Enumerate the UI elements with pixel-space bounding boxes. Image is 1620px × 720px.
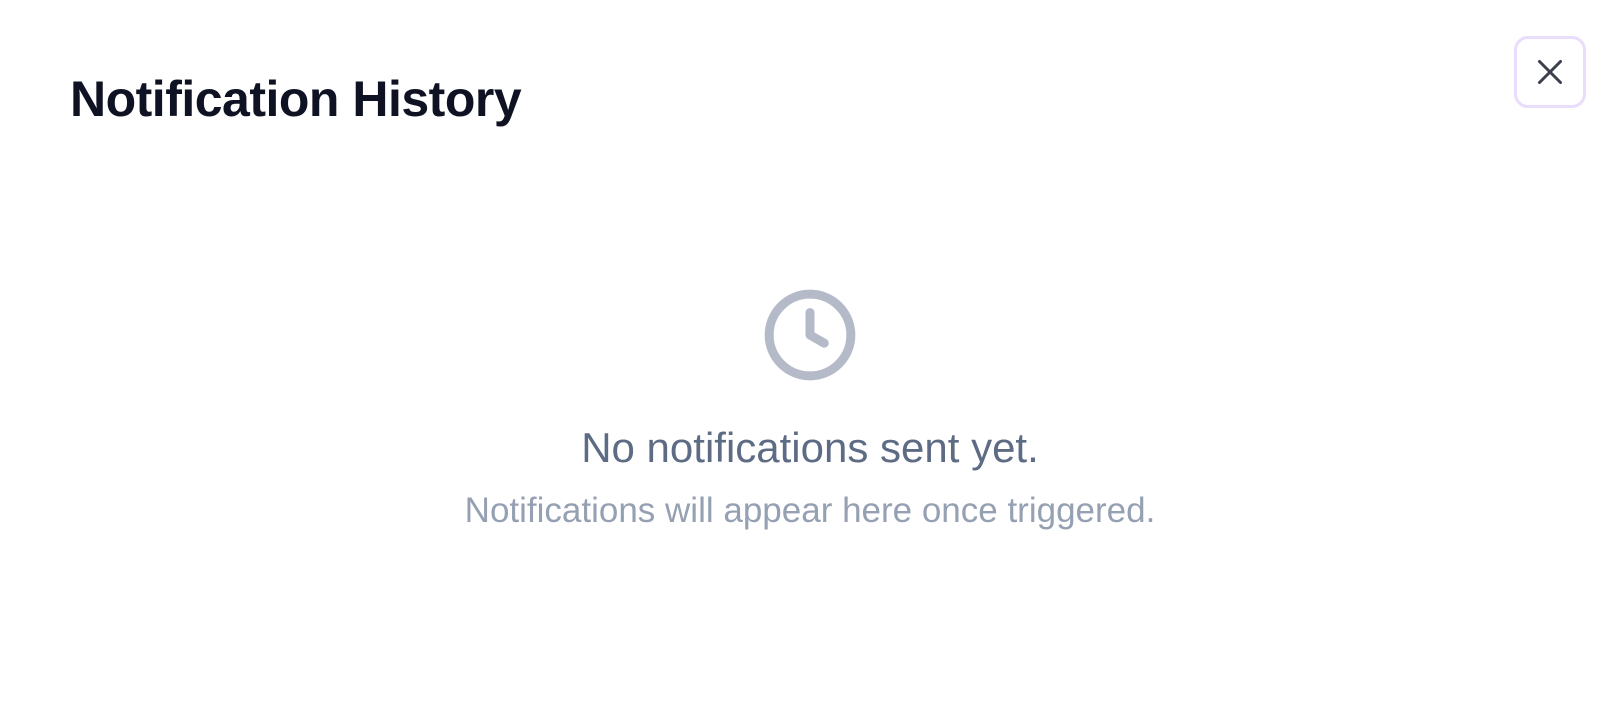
empty-state-hint: Notifications will appear here once trig… [464,491,1156,530]
notification-history-dialog: Notification History No notifications se… [0,0,1620,720]
dialog-title: Notification History [70,71,522,127]
clock-icon [761,286,859,384]
close-icon [1532,54,1568,90]
close-button[interactable] [1514,36,1586,108]
empty-state-message: No notifications sent yet. [581,424,1039,471]
empty-state: No notifications sent yet. Notifications… [0,286,1620,534]
